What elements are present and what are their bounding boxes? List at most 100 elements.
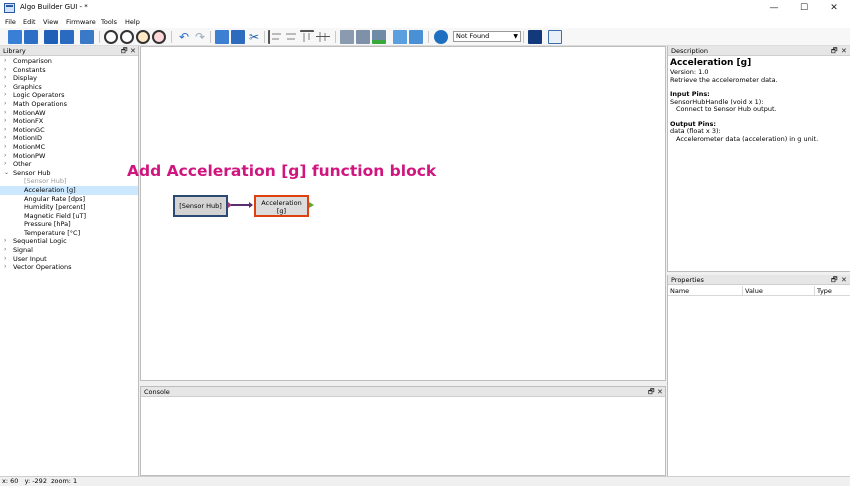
zoom-fit-icon[interactable] xyxy=(152,30,166,44)
chevron-right-icon[interactable]: › xyxy=(4,134,6,143)
menu-tools[interactable]: Tools xyxy=(101,17,117,28)
zoom-reset-icon[interactable] xyxy=(136,30,150,44)
chevron-right-icon[interactable]: › xyxy=(4,100,6,109)
library-item-label: Angular Rate [dps] xyxy=(24,194,86,203)
library-category[interactable]: › Sequential Logic xyxy=(0,237,138,246)
library-category[interactable]: › Other xyxy=(0,160,138,169)
chevron-right-icon[interactable]: › xyxy=(4,83,6,92)
minimize-button[interactable]: — xyxy=(760,0,788,17)
library-category[interactable]: › Vector Operations xyxy=(0,263,138,272)
library-child-item[interactable]: Acceleration [g] xyxy=(0,185,138,195)
menu-edit[interactable]: Edit xyxy=(23,17,36,28)
firmware-select[interactable]: Not Found ▼ xyxy=(453,31,521,42)
close-panel-icon[interactable]: ✕ xyxy=(841,275,847,285)
library-category[interactable]: › Signal xyxy=(0,246,138,255)
float-panel-icon[interactable]: 🗗 xyxy=(831,275,838,285)
chevron-right-icon[interactable]: › xyxy=(4,66,6,75)
align-top-icon[interactable] xyxy=(300,30,314,44)
library-item-label: Other xyxy=(13,160,32,169)
monitor-icon[interactable] xyxy=(548,30,562,44)
board-icon[interactable] xyxy=(528,30,542,44)
float-panel-icon[interactable]: 🗗 xyxy=(648,387,655,397)
chevron-right-icon[interactable]: › xyxy=(4,91,6,100)
close-panel-icon[interactable]: ✕ xyxy=(841,46,847,56)
undo-icon[interactable]: ↶ xyxy=(177,30,191,44)
library-child-item[interactable]: Magnetic Field [uT] xyxy=(0,212,138,221)
library-category[interactable]: › MotionPW xyxy=(0,152,138,161)
zoom-out-icon[interactable] xyxy=(120,30,134,44)
column-header-type[interactable]: Type xyxy=(815,286,850,296)
library-category[interactable]: › MotionMC xyxy=(0,143,138,152)
library-child-item[interactable]: Pressure [hPa] xyxy=(0,220,138,229)
upload-icon[interactable] xyxy=(434,30,448,44)
file-icon-a[interactable] xyxy=(393,30,407,44)
library-category[interactable]: › MotionID xyxy=(0,134,138,143)
library-child-item[interactable]: Humidity [percent] xyxy=(0,203,138,212)
chevron-right-icon[interactable]: › xyxy=(4,255,6,264)
build-icon[interactable] xyxy=(356,30,370,44)
chevron-down-icon[interactable]: ⌄ xyxy=(4,169,9,178)
library-category[interactable]: › MotionAW xyxy=(0,109,138,118)
chevron-right-icon[interactable]: › xyxy=(4,160,6,169)
chevron-right-icon[interactable]: › xyxy=(4,57,6,66)
align-left-icon[interactable] xyxy=(268,30,282,44)
library-category[interactable]: › Comparison xyxy=(0,57,138,66)
new-file-icon[interactable] xyxy=(8,30,22,44)
library-item-label: Acceleration [g] xyxy=(24,185,76,194)
close-window-button[interactable]: ✕ xyxy=(820,0,848,17)
library-category[interactable]: › User Input xyxy=(0,255,138,264)
window-title: Algo Builder GUI - * xyxy=(20,3,88,11)
acceleration-block[interactable]: Acceleration [g] xyxy=(254,195,309,217)
column-header-value[interactable]: Value xyxy=(743,286,815,296)
menu-help[interactable]: Help xyxy=(125,17,140,28)
library-category[interactable]: › Constants xyxy=(0,66,138,75)
column-header-name[interactable]: Name xyxy=(668,286,743,296)
close-panel-icon[interactable]: ✕ xyxy=(130,46,136,56)
generate-code-icon[interactable] xyxy=(340,30,354,44)
menu-view[interactable]: View xyxy=(43,17,58,28)
chevron-right-icon[interactable]: › xyxy=(4,74,6,83)
library-category[interactable]: › Math Operations xyxy=(0,100,138,109)
chevron-right-icon[interactable]: › xyxy=(4,152,6,161)
acceleration-block-unit: [g] xyxy=(276,207,287,215)
copy-icon[interactable] xyxy=(215,30,229,44)
acceleration-output-pin[interactable] xyxy=(309,202,314,208)
acceleration-input-pin[interactable] xyxy=(249,202,253,208)
file-icon-b[interactable] xyxy=(409,30,423,44)
settings-wrench-icon[interactable] xyxy=(80,30,94,44)
chevron-right-icon[interactable]: › xyxy=(4,143,6,152)
library-child-item[interactable]: [Sensor Hub] xyxy=(0,177,138,186)
library-category[interactable]: › MotionGC xyxy=(0,126,138,135)
library-category[interactable]: ⌄ Sensor Hub xyxy=(0,169,138,178)
chevron-right-icon[interactable]: › xyxy=(4,117,6,126)
align-middle-icon[interactable] xyxy=(316,30,330,44)
sensor-hub-block[interactable]: [Sensor Hub] xyxy=(173,195,228,217)
chevron-right-icon[interactable]: › xyxy=(4,237,6,246)
redo-icon[interactable]: ↷ xyxy=(193,30,207,44)
firmware-select-value: Not Found xyxy=(456,32,490,40)
float-panel-icon[interactable]: 🗗 xyxy=(121,46,128,56)
chevron-right-icon[interactable]: › xyxy=(4,126,6,135)
chevron-right-icon[interactable]: › xyxy=(4,263,6,272)
library-category[interactable]: › Logic Operators xyxy=(0,91,138,100)
library-category[interactable]: › Graphics xyxy=(0,83,138,92)
menu-file[interactable]: File xyxy=(5,17,16,28)
close-panel-icon[interactable]: ✕ xyxy=(657,387,663,397)
zoom-in-icon[interactable] xyxy=(104,30,118,44)
library-child-item[interactable]: Angular Rate [dps] xyxy=(0,195,138,204)
open-file-icon[interactable] xyxy=(24,30,38,44)
library-category[interactable]: › MotionFX xyxy=(0,117,138,126)
paste-icon[interactable] xyxy=(231,30,245,44)
menu-firmware[interactable]: Firmware xyxy=(66,17,96,28)
chevron-right-icon[interactable]: › xyxy=(4,109,6,118)
library-category[interactable]: › Display xyxy=(0,74,138,83)
save-icon[interactable] xyxy=(44,30,58,44)
cut-icon[interactable]: ✂ xyxy=(247,30,261,44)
float-panel-icon[interactable]: 🗗 xyxy=(831,46,838,56)
align-center-icon[interactable] xyxy=(284,30,298,44)
save-as-icon[interactable] xyxy=(60,30,74,44)
maximize-button[interactable]: ☐ xyxy=(790,0,818,17)
library-child-item[interactable]: Temperature [°C] xyxy=(0,229,138,238)
chevron-right-icon[interactable]: › xyxy=(4,246,6,255)
program-icon[interactable] xyxy=(372,30,386,44)
